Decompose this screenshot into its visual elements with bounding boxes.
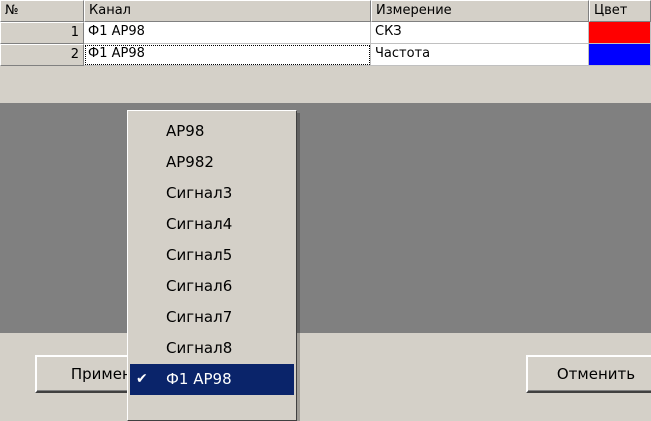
channel-cell-editing[interactable]: Ф1 AP98: [84, 44, 371, 66]
measurement-cell[interactable]: Частота: [371, 44, 589, 66]
dropdown-option-selected[interactable]: ✔ Ф1 AP98: [130, 364, 294, 395]
dropdown-option[interactable]: Сигнал4: [130, 209, 294, 240]
cancel-button[interactable]: Отменить: [526, 355, 651, 393]
dropdown-option[interactable]: Сигнал6: [130, 271, 294, 302]
dropdown-option-label: Ф1 AP98: [166, 370, 232, 388]
checkmark-icon: ✔: [136, 371, 148, 387]
column-header-channel[interactable]: Канал: [84, 0, 371, 22]
channel-cell[interactable]: Ф1 AP98: [84, 22, 371, 44]
measurement-cell[interactable]: СКЗ: [371, 22, 589, 44]
row-number-cell[interactable]: 2: [0, 44, 84, 66]
color-swatch-cell[interactable]: [589, 22, 651, 44]
dropdown-option[interactable]: AP98: [130, 116, 294, 147]
dropdown-option[interactable]: Сигнал5: [130, 240, 294, 271]
dropdown-option[interactable]: AP982: [130, 147, 294, 178]
channel-dropdown-list[interactable]: AP98 AP982 Сигнал3 Сигнал4 Сигнал5 Сигна…: [127, 110, 297, 421]
column-header-color[interactable]: Цвет: [589, 0, 651, 22]
column-header-measurement[interactable]: Измерение: [371, 0, 589, 22]
dropdown-option[interactable]: Сигнал7: [130, 302, 294, 333]
grid-empty-area: [0, 103, 651, 333]
dropdown-option[interactable]: Сигнал3: [130, 178, 294, 209]
color-swatch-cell[interactable]: [589, 44, 651, 66]
dropdown-option[interactable]: Сигнал8: [130, 333, 294, 364]
row-number-cell[interactable]: 1: [0, 22, 84, 44]
column-header-num[interactable]: №: [0, 0, 84, 22]
